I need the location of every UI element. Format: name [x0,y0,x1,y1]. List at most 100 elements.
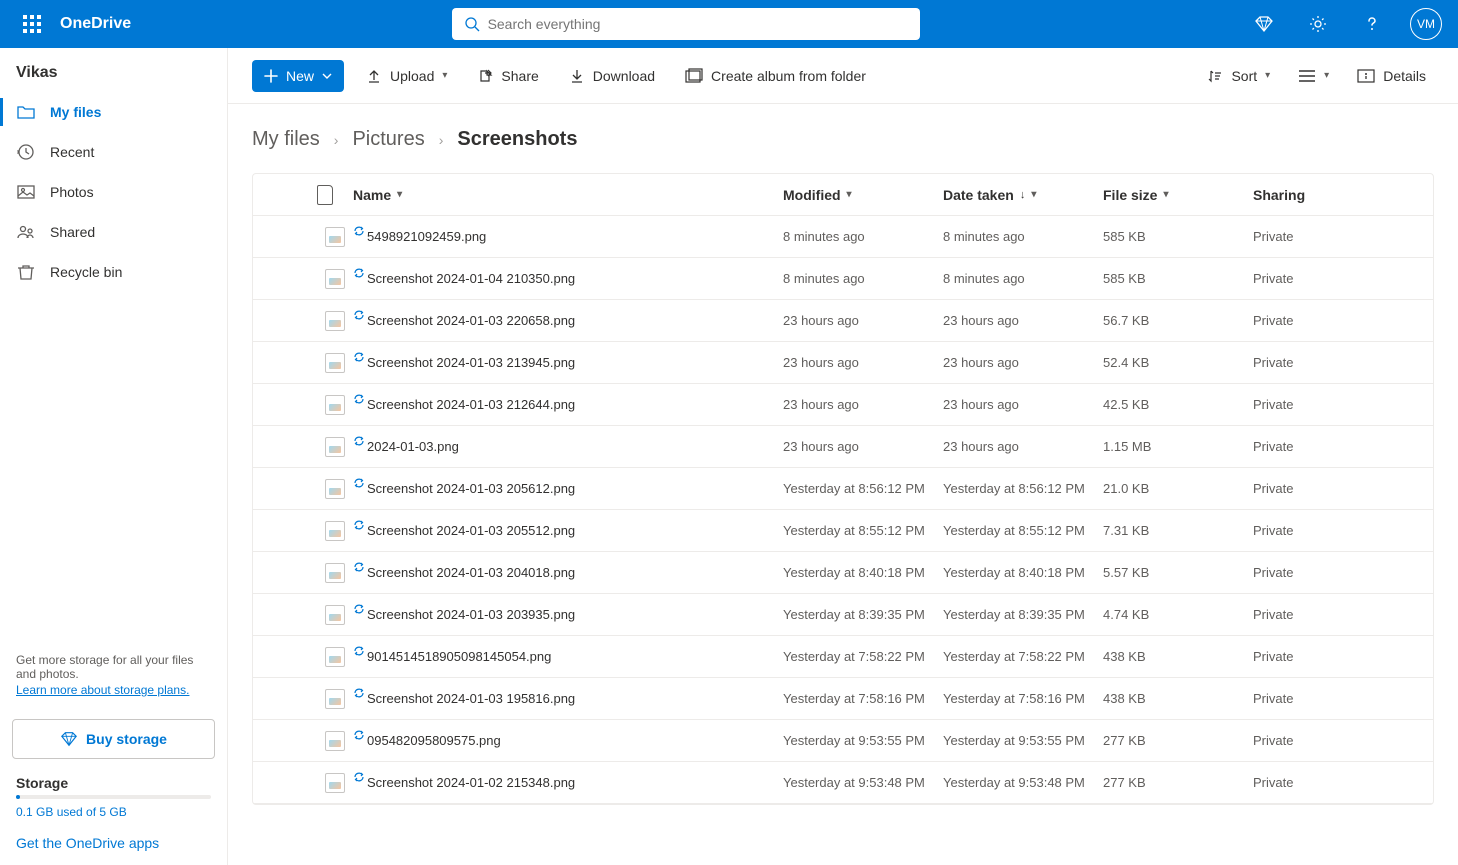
sidebar-item-label: Recycle bin [50,264,122,280]
table-row[interactable]: 5498921092459.png 8 minutes ago 8 minute… [253,216,1433,258]
column-file-size[interactable]: File size ▾ [1103,187,1253,203]
view-options-button[interactable]: ▾ [1290,60,1337,92]
get-apps-link[interactable]: Get the OneDrive apps [0,827,227,865]
file-name-cell[interactable]: Screenshot 2024-01-03 220658.png [353,313,783,328]
column-date-taken[interactable]: Date taken ↓ ▾ [943,187,1103,203]
premium-icon [60,730,78,748]
table-row[interactable]: 2024-01-03.png 23 hours ago 23 hours ago… [253,426,1433,468]
sync-icon [353,309,365,321]
sharing-cell: Private [1253,523,1433,538]
chevron-down-icon: ▾ [1031,189,1036,200]
sidebar-item-recycle-bin[interactable]: Recycle bin [0,252,227,292]
file-name-cell[interactable]: Screenshot 2024-01-03 205612.png [353,481,783,496]
breadcrumb-my-files[interactable]: My files [252,128,320,151]
sharing-cell: Private [1253,775,1433,790]
column-icon-header[interactable] [317,185,353,205]
help-icon[interactable] [1348,0,1396,48]
toolbar: New Upload ▾ Share Download Create album… [228,48,1458,104]
search-box[interactable] [452,8,920,40]
modified-cell: 23 hours ago [783,397,943,412]
file-name-cell[interactable]: Screenshot 2024-01-04 210350.png [353,271,783,286]
modified-cell: Yesterday at 8:55:12 PM [783,523,943,538]
date-taken-cell: 23 hours ago [943,313,1103,328]
download-button[interactable]: Download [561,60,663,92]
file-name-cell[interactable]: Screenshot 2024-01-03 204018.png [353,565,783,580]
table-row[interactable]: Screenshot 2024-01-03 205512.png Yesterd… [253,510,1433,552]
create-album-button[interactable]: Create album from folder [677,60,874,92]
sort-button[interactable]: Sort ▾ [1199,60,1278,92]
sidebar-item-label: Photos [50,184,94,200]
table-row[interactable]: Screenshot 2024-01-03 220658.png 23 hour… [253,300,1433,342]
file-type-icon [317,731,353,751]
storage-plans-link[interactable]: Learn more about storage plans. [16,683,189,697]
file-name-cell[interactable]: Screenshot 2024-01-03 212644.png [353,397,783,412]
storage-hint: Get more storage for all your files and … [0,641,227,709]
photos-icon [16,182,36,202]
file-name-cell[interactable]: 2024-01-03.png [353,439,783,454]
app-name[interactable]: OneDrive [60,15,131,33]
file-name-cell[interactable]: 9014514518905098145054.png [353,649,783,664]
modified-cell: Yesterday at 9:53:55 PM [783,733,943,748]
premium-icon[interactable] [1240,0,1288,48]
sharing-cell: Private [1253,649,1433,664]
search-input[interactable] [488,16,908,32]
modified-cell: 23 hours ago [783,355,943,370]
sidebar-item-recent[interactable]: Recent [0,132,227,172]
storage-used-text[interactable]: 0.1 GB used of 5 GB [0,805,227,827]
table-row[interactable]: Screenshot 2024-01-03 195816.png Yesterd… [253,678,1433,720]
sharing-cell: Private [1253,733,1433,748]
account-avatar[interactable]: VM [1402,0,1450,48]
upload-button[interactable]: Upload ▾ [358,60,455,92]
breadcrumb-pictures[interactable]: Pictures [352,128,424,151]
date-taken-cell: Yesterday at 7:58:22 PM [943,649,1103,664]
table-row[interactable]: Screenshot 2024-01-03 205612.png Yesterd… [253,468,1433,510]
upload-icon [366,68,382,84]
column-name[interactable]: Name ▾ [353,187,783,203]
view-list-icon [1298,68,1316,84]
file-size-cell: 7.31 KB [1103,523,1253,538]
share-icon [477,68,493,84]
buy-storage-button[interactable]: Buy storage [12,719,215,759]
table-row[interactable]: Screenshot 2024-01-02 215348.png Yesterd… [253,762,1433,804]
chevron-right-icon: › [334,132,339,148]
column-modified[interactable]: Modified ▾ [783,187,943,203]
table-row[interactable]: 095482095809575.png Yesterday at 9:53:55… [253,720,1433,762]
table-row[interactable]: Screenshot 2024-01-03 212644.png 23 hour… [253,384,1433,426]
sidebar-item-shared[interactable]: Shared [0,212,227,252]
file-name-cell[interactable]: Screenshot 2024-01-03 195816.png [353,691,783,706]
settings-icon[interactable] [1294,0,1342,48]
sidebar-item-my-files[interactable]: My files [0,92,227,132]
modified-cell: Yesterday at 9:53:48 PM [783,775,943,790]
folder-icon [16,102,36,122]
sync-icon [353,729,365,741]
new-button[interactable]: New [252,60,344,92]
file-name-cell[interactable]: Screenshot 2024-01-02 215348.png [353,775,783,790]
table-row[interactable]: Screenshot 2024-01-03 213945.png 23 hour… [253,342,1433,384]
file-size-cell: 585 KB [1103,271,1253,286]
table-row[interactable]: Screenshot 2024-01-03 203935.png Yesterd… [253,594,1433,636]
table-row[interactable]: Screenshot 2024-01-03 204018.png Yesterd… [253,552,1433,594]
sync-icon [353,645,365,657]
app-launcher-icon[interactable] [8,0,56,48]
file-name-cell[interactable]: Screenshot 2024-01-03 203935.png [353,607,783,622]
file-name-cell[interactable]: Screenshot 2024-01-03 205512.png [353,523,783,538]
sync-icon [353,687,365,699]
file-name-cell[interactable]: Screenshot 2024-01-03 213945.png [353,355,783,370]
date-taken-cell: Yesterday at 8:55:12 PM [943,523,1103,538]
table-row[interactable]: 9014514518905098145054.png Yesterday at … [253,636,1433,678]
table-row[interactable]: Screenshot 2024-01-04 210350.png 8 minut… [253,258,1433,300]
share-button[interactable]: Share [469,60,546,92]
column-sharing[interactable]: Sharing [1253,187,1433,203]
sidebar-item-label: Shared [50,224,95,240]
sidebar-item-photos[interactable]: Photos [0,172,227,212]
album-icon [685,68,703,84]
modified-cell: Yesterday at 7:58:16 PM [783,691,943,706]
file-name-cell[interactable]: 5498921092459.png [353,229,783,244]
file-size-cell: 585 KB [1103,229,1253,244]
details-button[interactable]: Details [1349,60,1434,92]
file-name-cell[interactable]: 095482095809575.png [353,733,783,748]
sharing-cell: Private [1253,313,1433,328]
sync-icon [353,603,365,615]
file-size-cell: 21.0 KB [1103,481,1253,496]
sidebar-item-label: My files [50,104,101,120]
